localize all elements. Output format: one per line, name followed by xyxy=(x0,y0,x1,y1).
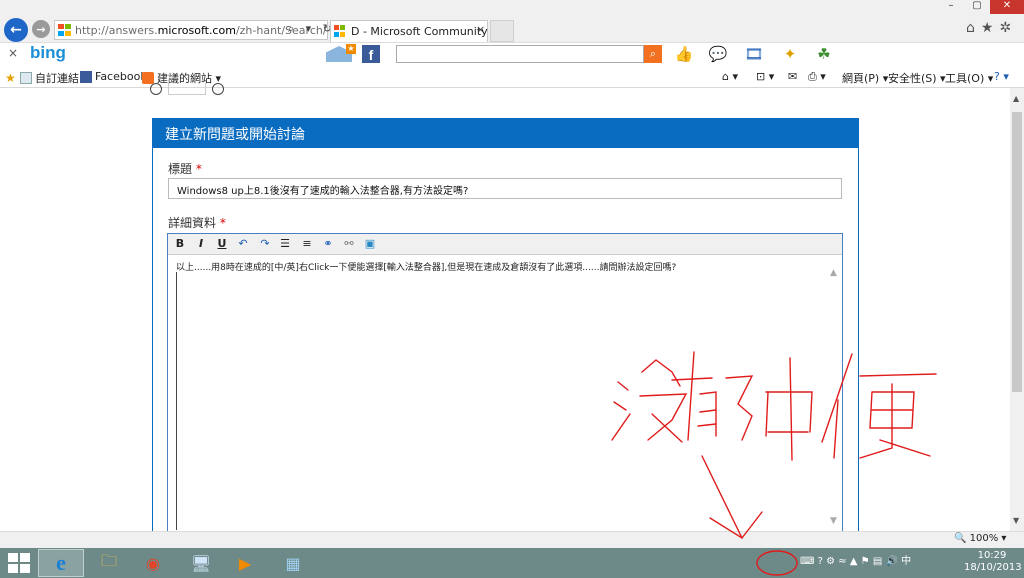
page-menu[interactable]: 網頁(P) ▾ xyxy=(842,70,888,86)
title-input[interactable]: Windows8 up上8.1後沒有了速成的輸入法整合器,有方法設定嗎? xyxy=(168,178,842,199)
scroll-down-icon[interactable]: ▼ xyxy=(1013,516,1019,525)
required-marker: * xyxy=(195,162,202,176)
bing-logo: bing xyxy=(30,43,66,62)
undo-icon[interactable]: ↶ xyxy=(235,237,251,251)
remote-desktop-icon[interactable]: ▦ xyxy=(270,549,316,577)
maximize-button[interactable]: ▢ xyxy=(964,0,990,14)
computer-icon[interactable]: 🖥 xyxy=(178,549,224,577)
editor-scroll-up-icon[interactable]: ▲ xyxy=(830,268,837,278)
forward-button[interactable]: → xyxy=(32,20,50,38)
bing-search-input[interactable] xyxy=(396,45,644,63)
minimize-button[interactable]: – xyxy=(938,0,964,14)
panel-heading: 建立新問題或開始討論 xyxy=(152,118,859,148)
bullet-list-icon[interactable]: ☰ xyxy=(277,237,293,251)
windows-start-icon[interactable] xyxy=(8,553,30,573)
address-domain: microsoft.com xyxy=(157,23,236,37)
underline-button[interactable]: U xyxy=(214,237,230,251)
link-icon[interactable]: ⚭ xyxy=(320,237,336,251)
link-page-icon xyxy=(20,72,32,84)
circle-control-icon[interactable] xyxy=(212,83,224,95)
close-window-button[interactable]: ✕ xyxy=(990,0,1024,14)
back-button[interactable]: ← xyxy=(4,18,28,42)
partially-visible-controls xyxy=(150,82,224,96)
thumbs-up-icon[interactable]: 👍 xyxy=(674,45,694,63)
required-marker: * xyxy=(219,216,226,230)
browser-tools-icons[interactable]: ⌂★✲ xyxy=(966,20,1017,36)
new-tab-button[interactable] xyxy=(490,20,514,42)
favorites-link-custom[interactable]: ★ 自訂連結 xyxy=(5,70,79,86)
tools-menu[interactable]: 工具(O) ▾ xyxy=(945,70,993,86)
tab-close-icon[interactable]: × xyxy=(476,23,485,36)
title-label-text: 標題 xyxy=(168,162,193,176)
clock-time: 10:29 xyxy=(977,550,1007,561)
print-command[interactable]: ⎙ ▾ xyxy=(808,70,826,84)
chrome-icon[interactable]: ◉ xyxy=(130,549,176,577)
search-icon[interactable]: ⌕ xyxy=(644,45,662,63)
status-bar xyxy=(0,531,1024,548)
unlink-icon[interactable]: ⚯ xyxy=(341,237,357,251)
zoom-level[interactable]: 🔍 100% ▾ xyxy=(954,533,1006,544)
media-player-icon[interactable]: ▶ xyxy=(222,549,268,577)
title-label: 標題 * xyxy=(168,160,202,177)
favorites-star-icon: ★ xyxy=(5,71,16,85)
clock-date: 18/10/2013 xyxy=(964,562,1022,573)
windows-tab-icon xyxy=(334,25,346,37)
editor-body-text[interactable]: 以上......用8時在速成的[中/英]右Click一下便能選擇[輸入法整合器]… xyxy=(176,260,676,273)
insert-image-icon[interactable]: ▣ xyxy=(362,237,378,251)
sparkle-icon[interactable]: ✦ xyxy=(780,45,800,63)
fav-label-facebook: Facebook xyxy=(95,70,147,83)
star-badge-icon: ★ xyxy=(346,44,356,54)
address-bar[interactable]: http://answers. microsoft.com/zh-hant/Sea… xyxy=(54,20,328,40)
fav-label-custom: 自訂連結 xyxy=(35,72,79,85)
bold-button[interactable]: B xyxy=(172,237,188,251)
bing-close-icon[interactable]: × xyxy=(8,46,18,60)
video-icon[interactable]: 🎞 xyxy=(744,45,764,63)
details-label-text: 詳細資料 xyxy=(168,216,217,230)
help-menu[interactable]: ? ▾ xyxy=(994,70,1009,83)
redo-icon[interactable]: ↷ xyxy=(257,237,273,251)
address-tools[interactable]: ⌕ ▾ ↻ xyxy=(288,22,336,36)
text-caret xyxy=(176,272,177,530)
feeds-command[interactable]: ⊡ ▾ xyxy=(756,70,774,83)
tab-title: D - Microsoft Community xyxy=(351,25,488,38)
editor-scroll-down-icon[interactable]: ▼ xyxy=(830,516,837,526)
scroll-thumb[interactable] xyxy=(1012,112,1022,392)
favorites-link-facebook[interactable]: Facebook xyxy=(80,70,147,83)
partial-input[interactable] xyxy=(168,83,206,95)
home-command[interactable]: ⌂ ▾ xyxy=(722,70,738,83)
details-editor[interactable] xyxy=(167,233,843,533)
file-explorer-icon[interactable]: 🗀 xyxy=(86,549,132,577)
safety-menu[interactable]: 安全性(S) ▾ xyxy=(888,70,946,86)
numbered-list-icon[interactable]: ≡ xyxy=(299,237,315,251)
facebook-icon[interactable]: f xyxy=(362,45,380,63)
circle-control-icon[interactable] xyxy=(150,83,162,95)
details-label: 詳細資料 * xyxy=(168,214,226,231)
internet-explorer-icon[interactable]: e xyxy=(38,549,84,577)
italic-button[interactable]: I xyxy=(193,237,209,251)
people-icon[interactable]: ☘ xyxy=(814,45,834,63)
taskbar-clock[interactable]: 10:29 18/10/2013 xyxy=(964,550,1022,574)
chat-icon[interactable]: 💬 xyxy=(708,45,728,63)
system-tray[interactable]: ⌨ ? ⚙ ≈ ▲ ⚑ ▤ 🔊 中 xyxy=(800,552,911,567)
facebook-icon xyxy=(80,70,92,83)
scroll-up-icon[interactable]: ▲ xyxy=(1013,94,1019,103)
tab-microsoft-community[interactable]: D - Microsoft Community xyxy=(330,20,488,42)
windows-site-icon xyxy=(58,24,71,36)
mail-command[interactable]: ✉ xyxy=(788,70,797,83)
address-prefix: http://answers. xyxy=(75,23,158,37)
